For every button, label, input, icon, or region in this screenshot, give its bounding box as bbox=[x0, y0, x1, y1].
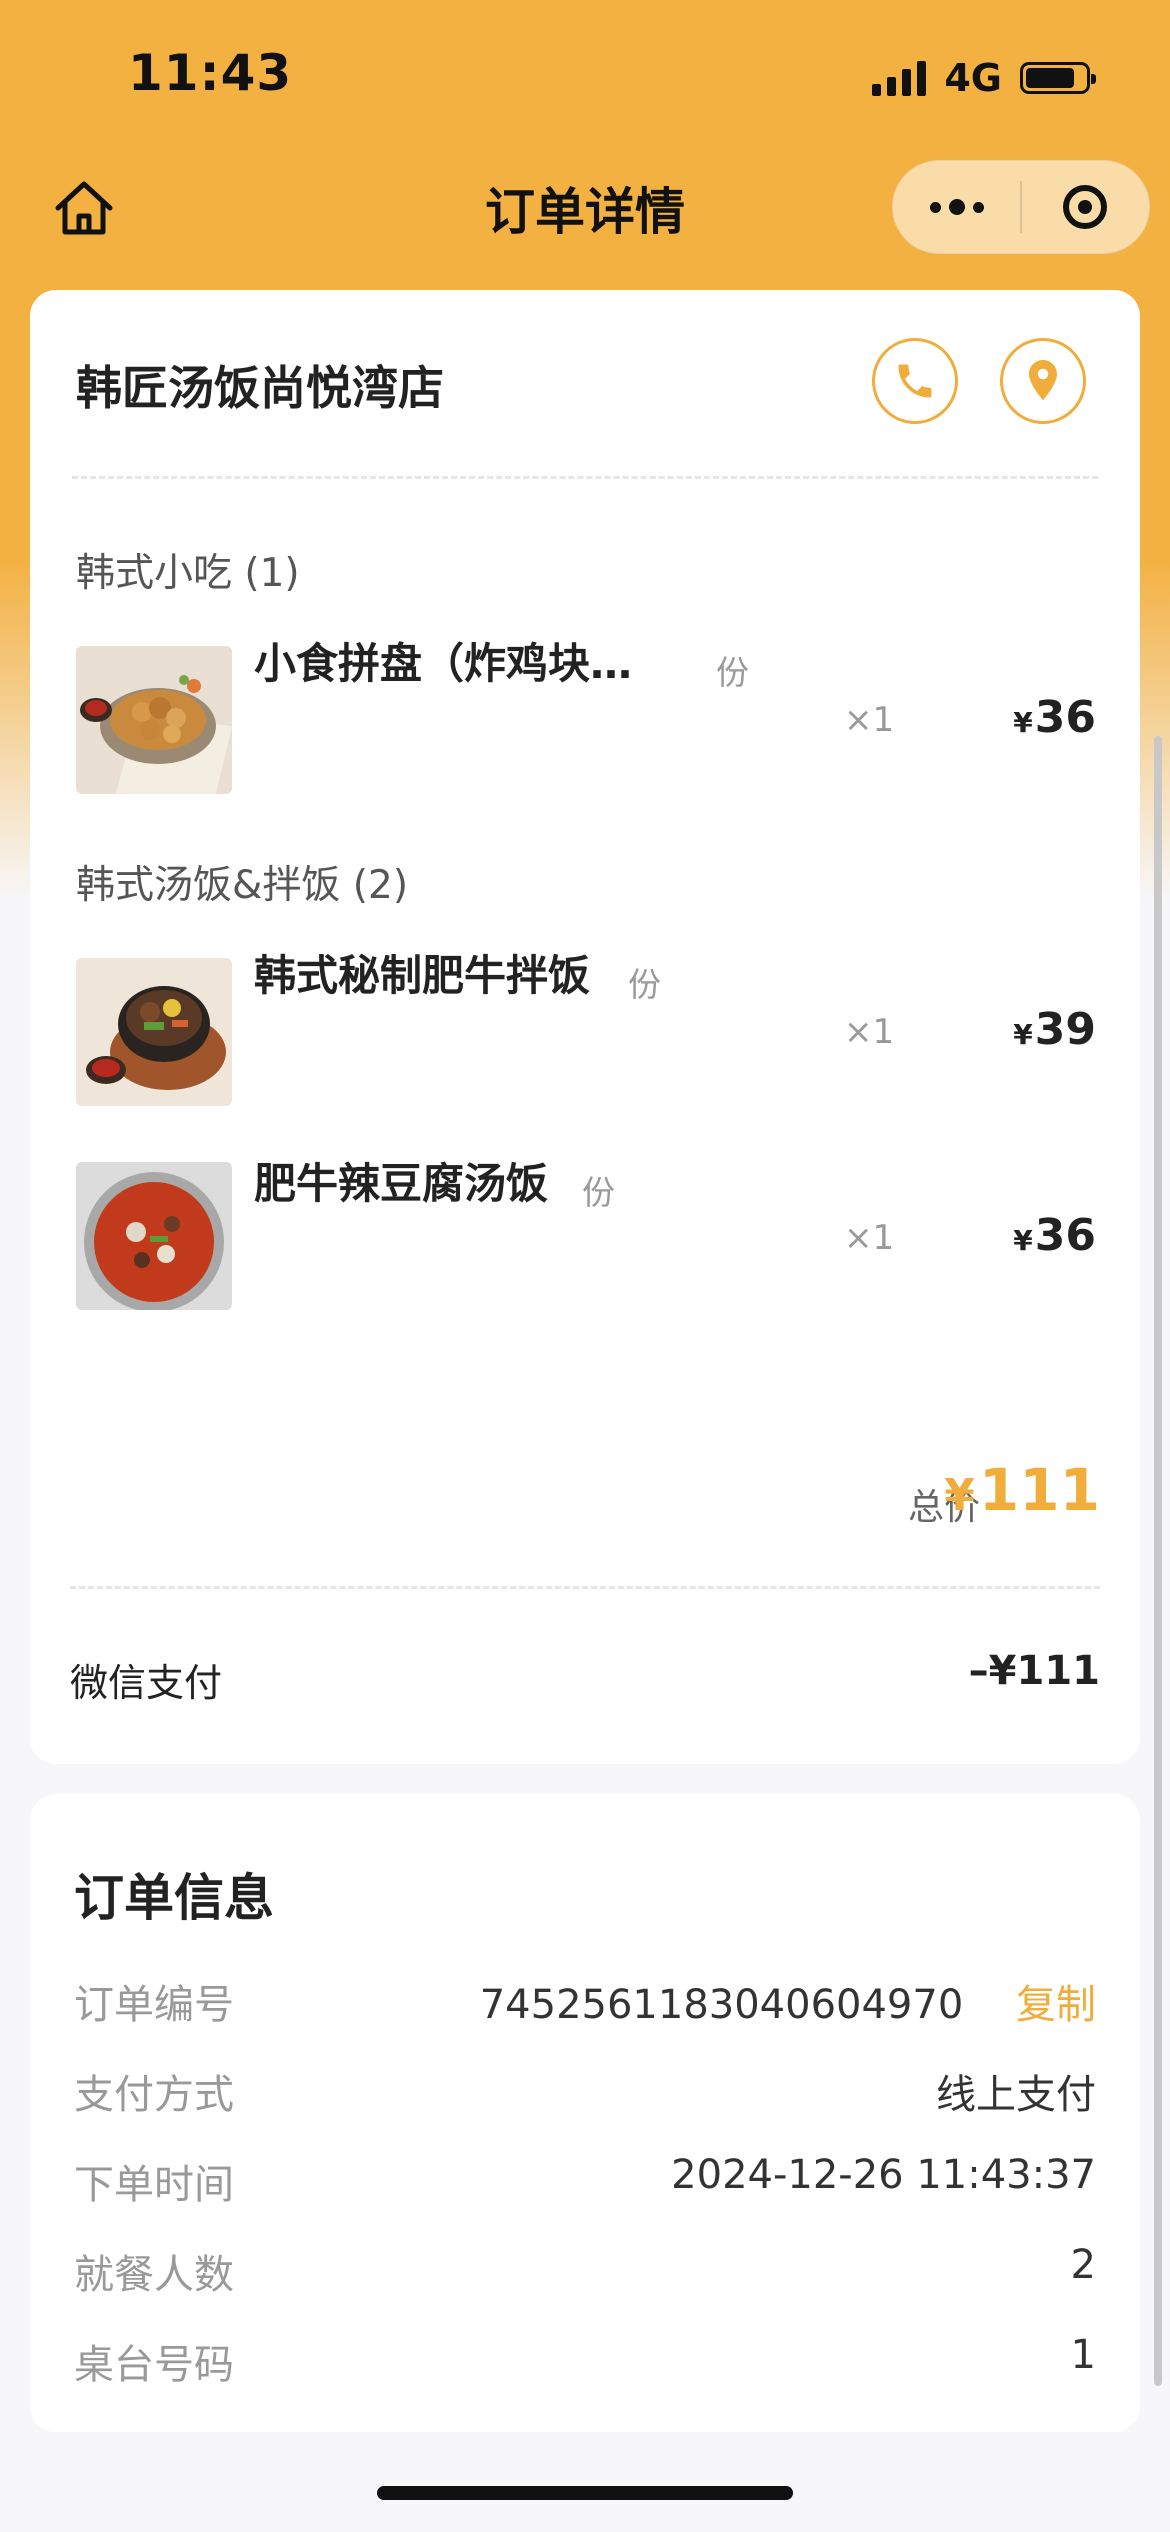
item-quantity: ×1 bbox=[844, 700, 895, 740]
info-value: 1 bbox=[1070, 2332, 1096, 2378]
info-key: 支付方式 bbox=[74, 2072, 234, 2118]
info-value: 2 bbox=[1070, 2242, 1096, 2288]
info-value: 线上支付 bbox=[936, 2072, 1096, 2118]
item-image bbox=[76, 958, 232, 1106]
order-number: 7452561183040604970 bbox=[479, 1982, 964, 2028]
item-price: ¥39 bbox=[1013, 1004, 1096, 1055]
diners-row: 就餐人数 2 bbox=[74, 2242, 1096, 2302]
call-store-button[interactable] bbox=[872, 338, 958, 424]
status-time: 11:43 bbox=[128, 44, 293, 102]
item-image bbox=[76, 646, 232, 794]
item-quantity: ×1 bbox=[844, 1218, 895, 1258]
status-bar: 11:43 4G bbox=[0, 0, 1170, 150]
mini-program-capsule bbox=[892, 160, 1150, 254]
info-key: 就餐人数 bbox=[74, 2252, 234, 2298]
category-label: 韩式汤饭&拌饭 (2) bbox=[76, 863, 409, 908]
battery-icon bbox=[1020, 62, 1096, 94]
item-price: ¥36 bbox=[1013, 692, 1096, 743]
status-indicators: 4G bbox=[872, 56, 1096, 100]
order-card: 韩匠汤饭尚悦湾店 韩式小吃 (1) 小食拼盘（炸鸡块… 份 ×1 ¥36 韩式汤… bbox=[30, 290, 1140, 1764]
order-info-card: 订单信息 订单编号 7452561183040604970 复制 支付方式 线上… bbox=[30, 1794, 1140, 2432]
payment-amount: –¥111 bbox=[968, 1648, 1100, 1694]
store-name: 韩匠汤饭尚悦湾店 bbox=[76, 361, 444, 415]
item-image bbox=[76, 1162, 232, 1310]
info-key: 订单编号 bbox=[74, 1982, 234, 2028]
item-unit: 份 bbox=[716, 653, 749, 692]
info-key: 桌台号码 bbox=[74, 2342, 234, 2388]
item-name: 小食拼盘（炸鸡块… bbox=[254, 639, 633, 688]
item-name: 肥牛辣豆腐汤饭 bbox=[254, 1159, 549, 1208]
home-indicator[interactable] bbox=[377, 2486, 793, 2500]
category-label: 韩式小吃 (1) bbox=[76, 551, 300, 596]
location-pin-icon bbox=[1029, 360, 1057, 401]
divider bbox=[72, 476, 1098, 479]
item-quantity: ×1 bbox=[844, 1012, 895, 1052]
network-type: 4G bbox=[944, 56, 1002, 100]
table-number-row: 桌台号码 1 bbox=[74, 2332, 1096, 2392]
order-number-value: 7452561183040604970 复制 bbox=[480, 1972, 1096, 2030]
more-dots-icon bbox=[929, 201, 941, 213]
more-button[interactable] bbox=[893, 161, 1020, 253]
scrollbar[interactable] bbox=[1154, 736, 1162, 2386]
info-value: 2024-12-26 11:43:37 bbox=[671, 2152, 1096, 2198]
payment-type-row: 支付方式 线上支付 bbox=[74, 2062, 1096, 2122]
close-button[interactable] bbox=[1022, 161, 1149, 253]
order-info-title: 订单信息 bbox=[74, 1869, 274, 1927]
order-time-row: 下单时间 2024-12-26 11:43:37 bbox=[74, 2152, 1096, 2212]
signal-icon bbox=[872, 60, 927, 96]
total-price: ¥111 bbox=[944, 1456, 1100, 1524]
item-price: ¥36 bbox=[1013, 1210, 1096, 1261]
item-unit: 份 bbox=[628, 965, 661, 1004]
info-key: 下单时间 bbox=[74, 2162, 234, 2208]
phone-icon bbox=[898, 364, 932, 398]
item-unit: 份 bbox=[582, 1173, 615, 1212]
copy-button[interactable]: 复制 bbox=[1016, 1982, 1096, 2028]
divider bbox=[70, 1586, 1100, 1589]
payment-method-label: 微信支付 bbox=[70, 1661, 223, 1705]
order-number-row: 订单编号 7452561183040604970 复制 bbox=[74, 1972, 1096, 2032]
close-target-icon bbox=[1063, 185, 1108, 229]
item-name: 韩式秘制肥牛拌饭 bbox=[254, 951, 591, 1000]
store-location-button[interactable] bbox=[1000, 338, 1086, 424]
